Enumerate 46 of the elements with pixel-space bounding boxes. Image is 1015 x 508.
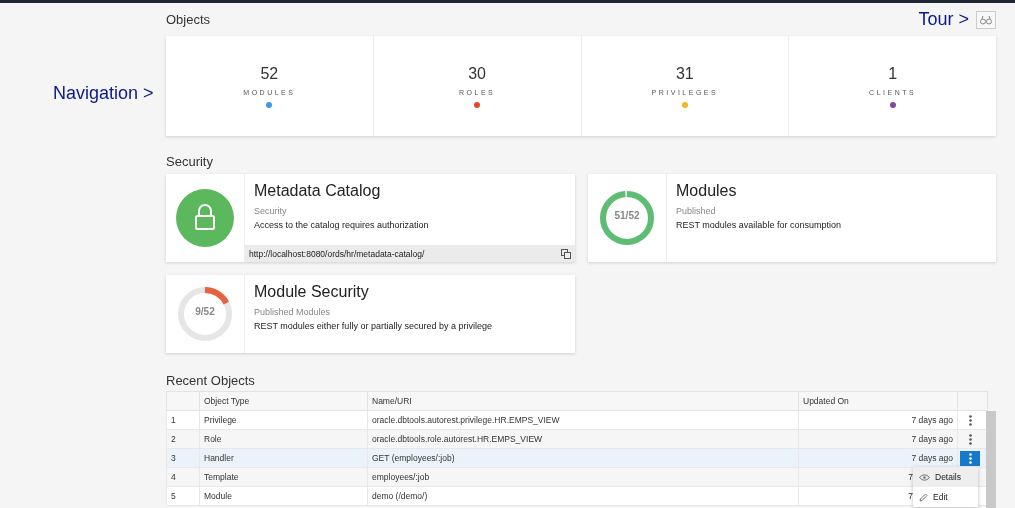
pencil-icon bbox=[919, 492, 928, 502]
column-header[interactable]: Name/URI bbox=[367, 391, 799, 411]
table-cell: Privilege bbox=[199, 410, 368, 430]
table-cell: oracle.dbtools.autorest.privilege.HR.EMPS_VIEW bbox=[367, 410, 799, 430]
card-description: REST modules available for consumption bbox=[676, 220, 842, 230]
row-number: 1 bbox=[166, 410, 200, 430]
binoculars-icon bbox=[980, 14, 992, 25]
progress-reading: 51/52 bbox=[613, 210, 641, 221]
more-button[interactable] bbox=[960, 450, 980, 466]
card-subtitle: Published Modules bbox=[254, 307, 332, 317]
column-header[interactable]: Updated On bbox=[798, 391, 958, 411]
lock-icon bbox=[176, 189, 234, 247]
card-subtitle: Security bbox=[254, 206, 288, 216]
stat-value: 30 bbox=[468, 64, 486, 83]
more-icon bbox=[968, 433, 972, 445]
scrollbar[interactable] bbox=[986, 411, 996, 508]
stat-value: 1 bbox=[888, 64, 898, 83]
section-title: Security bbox=[166, 154, 214, 171]
card-title: Metadata Catalog bbox=[254, 182, 382, 200]
section-title: Recent Objects bbox=[166, 371, 256, 390]
more-icon bbox=[968, 414, 972, 426]
stat-value: 52 bbox=[260, 64, 279, 83]
column-header[interactable]: Object Type bbox=[199, 391, 368, 411]
table-row[interactable]: 1 Privilege oracle.dbtools.autorest.privilege.HR.EMPS_VIEW 7 days ago bbox=[166, 410, 988, 430]
eye-icon bbox=[919, 473, 930, 481]
section-title: Objects bbox=[166, 12, 211, 27]
table-cell: demo (/demo/) bbox=[367, 486, 799, 506]
url-text: http://localhost:8080/ords/hr/metadata-catalog/ bbox=[249, 248, 425, 259]
tour-link[interactable]: Tour > bbox=[918, 9, 969, 30]
row-number: 5 bbox=[166, 486, 200, 506]
stat-value: 31 bbox=[675, 64, 694, 83]
card-subtitle: Published bbox=[676, 206, 717, 216]
progress-reading: 9/52 bbox=[194, 306, 216, 317]
card-description: REST modules either fully or partially secured by a privilege bbox=[254, 321, 493, 331]
table-row[interactable]: 2 Role oracle.dbtools.role.autorest.HR.EMPS_VIEW 7 days ago bbox=[166, 429, 988, 449]
table-cell: 7 days ago bbox=[798, 410, 958, 430]
binoculars-button[interactable] bbox=[976, 10, 996, 29]
more-icon bbox=[968, 452, 972, 464]
menu-item[interactable]: Details bbox=[913, 467, 978, 487]
table-cell: Module bbox=[199, 486, 368, 506]
navigation-label[interactable]: Navigation > bbox=[53, 83, 166, 104]
card-title: Module Security bbox=[254, 283, 370, 301]
table-row[interactable]: 3 Handler GET (employees/:job) 7 days ago bbox=[166, 448, 988, 468]
copy-icon[interactable] bbox=[561, 248, 571, 259]
card-title: Modules bbox=[676, 182, 738, 200]
card-description: Access to the catalog requires authorization bbox=[254, 220, 430, 230]
